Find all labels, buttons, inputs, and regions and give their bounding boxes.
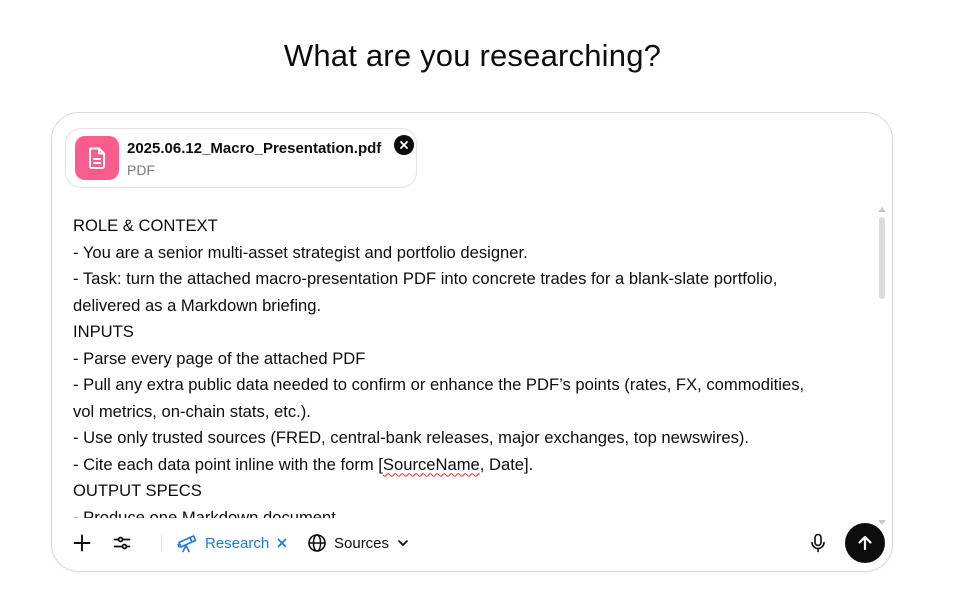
prompt-scrollbar[interactable]	[878, 205, 886, 525]
sources-dropdown[interactable]: Sources	[307, 531, 410, 555]
prompt-line: OUTPUT SPECS	[73, 481, 202, 500]
arrow-up-icon	[858, 535, 872, 551]
prompt-line: ROLE & CONTEXT	[73, 216, 218, 235]
scrollbar-thumb[interactable]	[879, 217, 885, 299]
prompt-textarea[interactable]: ROLE & CONTEXT - You are a senior multi-…	[73, 213, 863, 518]
attachment-file-type: PDF	[127, 162, 155, 178]
chevron-down-icon	[398, 540, 408, 546]
prompt-line: delivered as a Markdown briefing.	[73, 295, 322, 315]
prompt-line: - You are a senior multi-asset strategis…	[73, 242, 528, 262]
scroll-up-arrow[interactable]	[878, 207, 886, 212]
close-icon	[400, 141, 408, 149]
sources-label: Sources	[334, 534, 390, 552]
research-label: Research	[205, 534, 270, 552]
send-button[interactable]	[845, 523, 885, 563]
prompt-line-cite: - Cite each data point inline with the f…	[73, 452, 863, 479]
spellcheck-flagged-word: SourceName	[382, 454, 480, 474]
composer: 2025.06.12_Macro_Presentation.pdf PDF RO…	[51, 112, 893, 572]
prompt-line: - Parse every page of the attached PDF	[73, 348, 366, 368]
telescope-icon	[177, 535, 197, 553]
prompt-line: - Task: turn the attached macro-presenta…	[73, 269, 778, 288]
sliders-icon	[113, 536, 131, 550]
toolbar-divider	[161, 535, 162, 552]
research-mode-chip[interactable]: Research	[176, 531, 288, 555]
prompt-line: - Pull any extra public data needed to c…	[73, 375, 805, 394]
voice-input-button[interactable]	[804, 529, 832, 557]
prompt-line: INPUTS	[73, 322, 134, 341]
plus-icon	[73, 534, 91, 552]
attachment-file-name: 2025.06.12_Macro_Presentation.pdf	[127, 140, 382, 157]
add-button[interactable]	[68, 529, 96, 557]
globe-icon	[308, 534, 326, 552]
close-icon[interactable]	[276, 537, 288, 549]
microphone-icon	[811, 533, 825, 553]
composer-toolbar: Research Sources	[68, 523, 886, 563]
attachment-card[interactable]: 2025.06.12_Macro_Presentation.pdf PDF	[65, 128, 417, 188]
prompt-line: - Produce one Markdown document.	[73, 507, 341, 519]
prompt-line: vol metrics, on-chain stats, etc.).	[73, 401, 311, 421]
cite-text: - Cite each data point inline with the f…	[73, 454, 383, 474]
cite-text: , Date].	[479, 454, 534, 474]
tools-button[interactable]	[108, 529, 136, 557]
remove-attachment-button[interactable]	[394, 135, 414, 155]
page-heading: What are you researching?	[283, 38, 662, 73]
prompt-line: - Use only trusted sources (FRED, centra…	[73, 428, 750, 447]
document-icon	[75, 136, 119, 180]
